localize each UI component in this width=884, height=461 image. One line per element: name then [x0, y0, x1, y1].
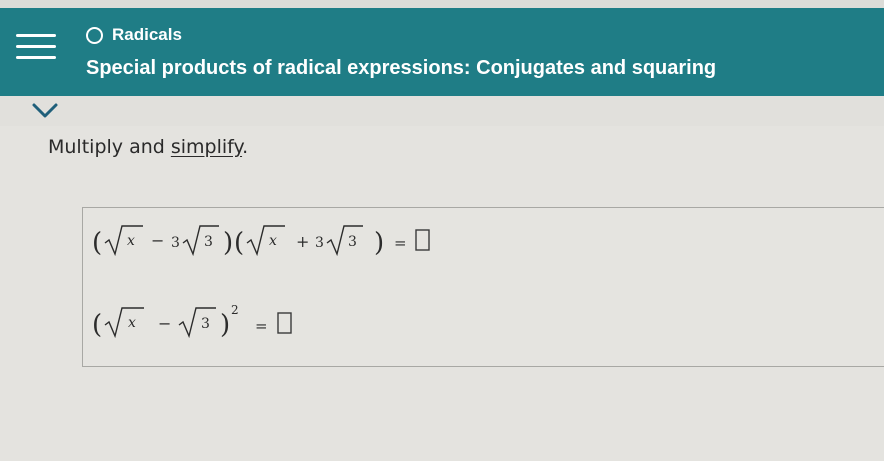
instruction-text: Multiply and simplify. — [48, 136, 248, 158]
topic-title: Radicals — [112, 25, 182, 44]
svg-text:): ) — [374, 228, 384, 258]
exponent: 2 — [231, 303, 239, 317]
sqrt-x-2: x — [246, 225, 285, 257]
header-bar: Radicals Special products of radical exp… — [0, 8, 884, 96]
svg-text:3: 3 — [201, 316, 210, 332]
svg-text:+: + — [296, 232, 309, 251]
sqrt-3-3: 3 — [178, 307, 216, 339]
svg-text:): ) — [223, 228, 233, 258]
svg-text:−: − — [158, 314, 171, 333]
hamburger-menu-icon[interactable] — [16, 30, 56, 64]
instruction-after: . — [242, 136, 249, 158]
svg-text:(: ( — [234, 228, 244, 258]
sqrt-3-2: 3 — [326, 225, 363, 257]
svg-text:=: = — [394, 234, 407, 252]
problem-1: ( x − 3 3 ) ( x + 3 3 ) = — [92, 218, 472, 264]
sqrt-x-3: x — [104, 307, 144, 339]
simplify-link[interactable]: simplify — [171, 136, 242, 158]
problem-2: ( x − 3 ) 2 = — [92, 296, 322, 346]
collapse-bar — [0, 96, 884, 126]
svg-text:x: x — [269, 233, 277, 249]
svg-text:−: − — [151, 231, 164, 250]
answer-input-1[interactable] — [415, 229, 430, 251]
lesson-subtitle: Special products of radical expressions:… — [86, 57, 717, 79]
svg-text:3: 3 — [315, 235, 324, 251]
svg-text:): ) — [220, 310, 230, 340]
top-strip — [0, 0, 884, 8]
topic-row: Radicals — [86, 24, 182, 46]
sqrt-3-1: 3 — [182, 225, 219, 257]
sqrt-x-1: x — [104, 225, 143, 257]
chevron-down-icon[interactable] — [28, 100, 62, 122]
instruction-before: Multiply and — [48, 136, 171, 158]
svg-text:=: = — [255, 317, 268, 335]
svg-text:(: ( — [92, 310, 102, 340]
answer-input-2[interactable] — [277, 312, 292, 334]
svg-text:3: 3 — [171, 235, 180, 251]
svg-text:3: 3 — [348, 234, 357, 250]
svg-text:3: 3 — [204, 234, 213, 250]
svg-text:x: x — [127, 233, 135, 249]
circle-icon — [86, 26, 103, 44]
svg-text:(: ( — [92, 228, 102, 258]
svg-text:x: x — [128, 315, 136, 331]
